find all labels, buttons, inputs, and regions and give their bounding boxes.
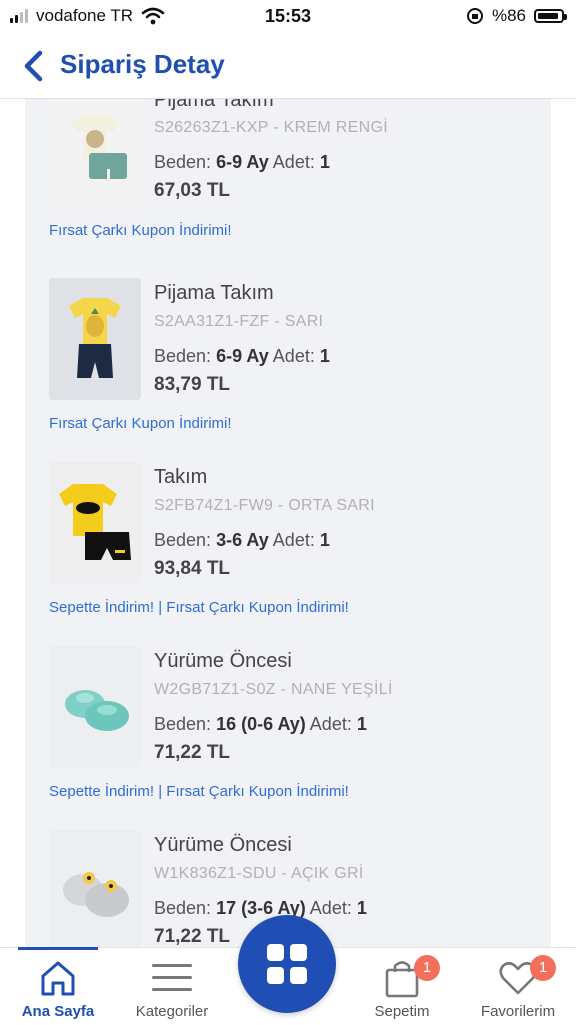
order-item[interactable]: Pijama Takım S26263Z1-KXP - KREM RENGİ B…: [25, 99, 551, 273]
battery-icon: [534, 9, 567, 23]
qty-value: 1: [319, 346, 330, 366]
menu-icon: [152, 964, 192, 991]
product-sku: W1K836Z1-SDU - AÇIK GRİ: [154, 865, 364, 882]
product-name: Pijama Takım: [154, 282, 274, 304]
product-image[interactable]: [49, 99, 141, 211]
product-name: Pijama Takım: [154, 99, 274, 111]
size-label: Beden:: [154, 346, 212, 366]
qty-label: Adet:: [309, 714, 352, 734]
tab-cart[interactable]: 1 Sepetim: [352, 948, 452, 1025]
center-grid-button[interactable]: [238, 915, 336, 1013]
size-value: 16 (0-6 Ay): [216, 714, 306, 734]
product-name: Takım: [154, 466, 208, 488]
order-item[interactable]: Yürüme Öncesi W2GB71Z1-S0Z - NANE YEŞİLİ…: [25, 646, 551, 830]
tab-categories[interactable]: Kategoriler: [120, 948, 224, 1025]
product-name: Yürüme Öncesi: [154, 834, 292, 856]
product-meta: Beden: 6-9 Ay Adet: 1: [154, 152, 330, 173]
promo-link[interactable]: Sepette İndirim! | Fırsat Çarkı Kupon İn…: [49, 783, 349, 800]
product-sku: S2AA31Z1-FZF - SARI: [154, 313, 324, 330]
product-price: 83,79 TL: [154, 374, 231, 395]
qty-value: 1: [356, 714, 367, 734]
product-price: 71,22 TL: [154, 926, 231, 947]
size-value: 6-9 Ay: [216, 152, 269, 172]
product-sku: S26263Z1-KXP - KREM RENGİ: [154, 119, 388, 136]
cart-badge: 1: [414, 955, 440, 981]
page-title: Sipariş Detay: [60, 49, 225, 79]
tab-favorites[interactable]: 1 Favorilerim: [468, 948, 568, 1025]
product-sku: W2GB71Z1-S0Z - NANE YEŞİLİ: [154, 681, 393, 698]
product-meta: Beden: 3-6 Ay Adet: 1: [154, 530, 330, 551]
favorites-badge: 1: [530, 955, 556, 981]
qty-label: Adet:: [272, 152, 315, 172]
product-meta: Beden: 17 (3-6 Ay) Adet: 1: [154, 898, 367, 919]
product-sku: S2FB74Z1-FW9 - ORTA SARI: [154, 497, 375, 514]
product-meta: Beden: 6-9 Ay Adet: 1: [154, 346, 330, 367]
orientation-lock-icon: [466, 8, 483, 24]
tab-categories-label: Kategoriler: [135, 1003, 209, 1020]
product-image[interactable]: [49, 462, 141, 584]
qty-value: 1: [356, 898, 367, 918]
status-bar: vodafone TR 15:53 %86: [0, 0, 576, 34]
product-meta: Beden: 16 (0-6 Ay) Adet: 1: [154, 714, 367, 735]
order-detail-scroll[interactable]: Pijama Takım S26263Z1-KXP - KREM RENGİ B…: [0, 99, 576, 947]
navigation-header: Sipariş Detay: [0, 34, 576, 99]
chevron-left-icon: [24, 50, 43, 82]
product-name: Yürüme Öncesi: [154, 650, 292, 672]
qty-value: 1: [319, 530, 330, 550]
size-value: 6-9 Ay: [216, 346, 269, 366]
product-image[interactable]: [49, 830, 141, 947]
order-item[interactable]: Pijama Takım S2AA31Z1-FZF - SARI Beden: …: [25, 278, 551, 462]
tab-favorites-label: Favorilerim: [480, 1003, 556, 1020]
back-button[interactable]: [18, 48, 52, 84]
promo-link[interactable]: Fırsat Çarkı Kupon İndirimi!: [49, 415, 232, 432]
battery-percent: %86: [491, 6, 526, 25]
grid-icon: [267, 944, 307, 984]
order-items-card: Pijama Takım S26263Z1-KXP - KREM RENGİ B…: [25, 99, 551, 947]
promo-link[interactable]: Fırsat Çarkı Kupon İndirimi!: [49, 222, 232, 239]
order-item[interactable]: Takım S2FB74Z1-FW9 - ORTA SARI Beden: 3-…: [25, 462, 551, 646]
product-price: 93,84 TL: [154, 558, 231, 579]
promo-link[interactable]: Sepette İndirim! | Fırsat Çarkı Kupon İn…: [49, 599, 349, 616]
qty-label: Adet:: [309, 898, 352, 918]
size-label: Beden:: [154, 152, 212, 172]
home-icon: [41, 961, 75, 996]
product-image[interactable]: [49, 646, 141, 768]
product-image[interactable]: [49, 278, 141, 400]
qty-label: Adet:: [272, 530, 315, 550]
tab-home-label: Ana Sayfa: [21, 1003, 95, 1020]
size-label: Beden:: [154, 898, 212, 918]
tab-cart-label: Sepetim: [374, 1003, 430, 1020]
size-value: 3-6 Ay: [216, 530, 269, 550]
product-price: 71,22 TL: [154, 742, 231, 763]
size-label: Beden:: [154, 530, 212, 550]
tab-home[interactable]: Ana Sayfa: [10, 948, 106, 1025]
size-label: Beden:: [154, 714, 212, 734]
qty-label: Adet:: [272, 346, 315, 366]
qty-value: 1: [319, 152, 330, 172]
product-price: 67,03 TL: [154, 180, 231, 201]
